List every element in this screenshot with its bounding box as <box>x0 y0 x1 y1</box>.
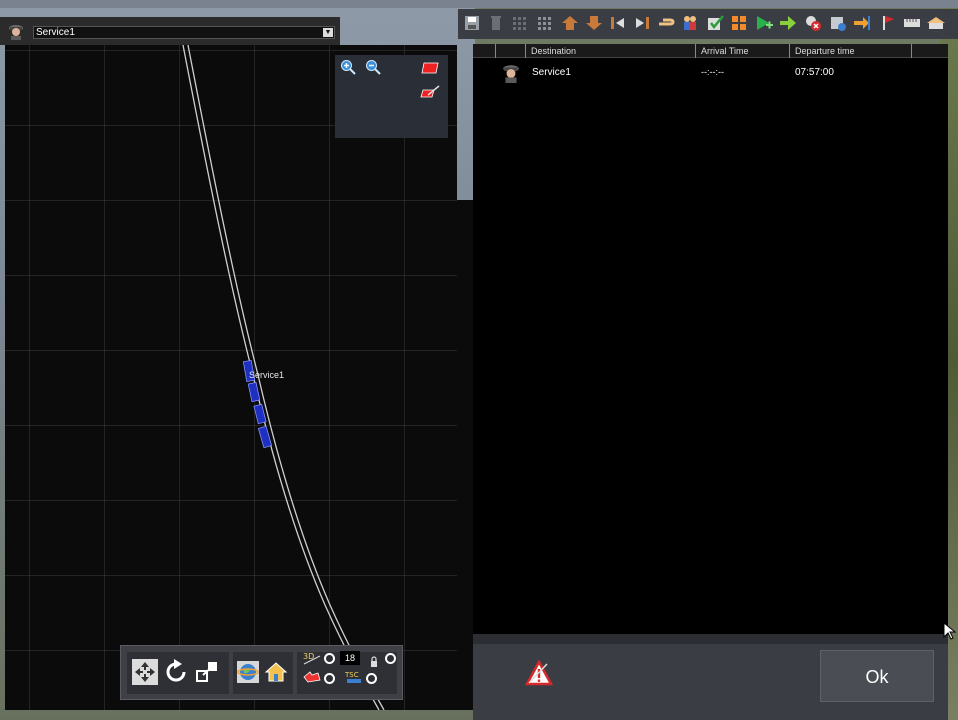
column-arrival-time[interactable]: Arrival Time <box>695 44 789 58</box>
people-icon[interactable] <box>680 13 700 33</box>
warning-icon[interactable] <box>525 660 553 686</box>
camera-icon[interactable] <box>302 670 322 684</box>
column-departure-time[interactable]: Departure time <box>789 44 911 58</box>
timetable-panel: Destination Arrival Time Departure time … <box>473 44 948 720</box>
track-layer <box>182 45 385 710</box>
add-arrow-icon[interactable] <box>778 13 798 33</box>
train-car <box>253 403 267 425</box>
rotate-icon[interactable] <box>162 658 190 686</box>
radio-lock[interactable] <box>385 653 396 664</box>
home-icon[interactable] <box>264 660 288 684</box>
row-arrival-time: --:--:-- <box>701 67 724 77</box>
train-car <box>247 381 261 403</box>
flag-icon[interactable] <box>878 13 898 33</box>
station-icon[interactable] <box>926 13 946 33</box>
grid-orange-icon[interactable] <box>729 13 749 33</box>
grid-alt-icon[interactable] <box>535 13 555 33</box>
fit-view-icon[interactable] <box>131 658 159 686</box>
mouse-cursor-icon <box>943 622 957 640</box>
zoom-to-icon[interactable] <box>194 658 222 686</box>
svg-text:TSC: TSC <box>344 671 359 679</box>
row-departure-time: 07:57:00 <box>795 67 834 78</box>
import-icon[interactable] <box>852 13 872 33</box>
globe-icon[interactable] <box>236 660 260 684</box>
grid-icon[interactable] <box>510 13 530 33</box>
train-car <box>257 425 273 449</box>
move-up-icon[interactable] <box>560 13 580 33</box>
lock-icon[interactable] <box>369 656 379 668</box>
track-rail <box>187 45 385 710</box>
row-destination: Service1 <box>532 67 571 78</box>
radio-camera[interactable] <box>324 673 335 684</box>
align-right-icon[interactable] <box>632 13 652 33</box>
zoom-out-icon[interactable] <box>364 59 382 77</box>
scenery-background-top <box>0 0 958 8</box>
radio-tsc[interactable] <box>366 673 377 684</box>
horizontal-scrollbar[interactable] <box>473 634 948 644</box>
service-dropdown-value: Service1 <box>36 27 75 38</box>
eraser-icon[interactable] <box>420 61 440 75</box>
settings-icon[interactable] <box>828 13 848 33</box>
edit-track-icon[interactable] <box>420 85 440 99</box>
table-row[interactable]: Service1 --:--:-- 07:57:00 <box>473 60 948 84</box>
save-icon[interactable] <box>462 13 482 33</box>
speed-value: 18 <box>340 651 360 665</box>
remove-red-icon[interactable] <box>803 13 823 33</box>
driver-avatar-icon <box>503 65 519 83</box>
timetable-header: Destination Arrival Time Departure time <box>473 44 948 58</box>
check-list-icon[interactable] <box>705 13 725 33</box>
train-label[interactable]: Service1 <box>249 370 284 380</box>
radio-3d-view[interactable] <box>324 653 335 664</box>
zoom-in-icon[interactable] <box>339 59 357 77</box>
move-down-icon[interactable] <box>584 13 604 33</box>
3d-icon[interactable]: 3D <box>302 650 322 666</box>
ruler-icon[interactable] <box>902 13 922 33</box>
map-zoom-controls <box>335 55 448 138</box>
column-icon-header[interactable] <box>495 44 525 58</box>
route-map[interactable] <box>5 45 457 710</box>
service-dropdown[interactable]: Service1 ▼ <box>33 26 335 39</box>
chevron-down-icon[interactable]: ▼ <box>323 28 333 37</box>
add-green-icon[interactable] <box>754 13 774 33</box>
align-left-icon[interactable] <box>608 13 628 33</box>
column-extra[interactable] <box>911 44 948 58</box>
column-destination[interactable]: Destination <box>525 44 695 58</box>
driver-avatar-icon <box>9 25 23 40</box>
ok-button[interactable]: Ok <box>820 650 934 702</box>
tsc-icon[interactable]: TSC <box>344 669 364 685</box>
hand-icon[interactable] <box>656 13 676 33</box>
panel-footer: Ok <box>473 634 948 720</box>
trash-icon[interactable] <box>486 13 506 33</box>
